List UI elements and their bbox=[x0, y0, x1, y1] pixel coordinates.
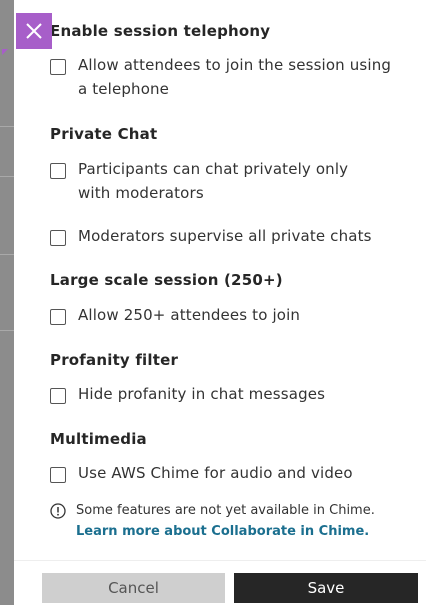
option-allow-250-attendees[interactable]: Allow 250+ attendees to join bbox=[50, 306, 400, 327]
close-icon bbox=[26, 23, 42, 39]
save-button[interactable]: Save bbox=[234, 573, 418, 603]
info-text-block: Some features are not yet available in C… bbox=[76, 500, 410, 542]
option-label: Hide profanity in chat messages bbox=[78, 385, 326, 403]
section-title-private-chat: Private Chat bbox=[50, 125, 158, 143]
background-divider bbox=[0, 176, 14, 177]
option-label: Moderators supervise all private chats bbox=[78, 227, 372, 245]
checkbox[interactable] bbox=[50, 59, 66, 75]
checkbox[interactable] bbox=[50, 388, 66, 404]
background-page bbox=[0, 0, 14, 605]
exclamation-circle-icon bbox=[50, 503, 66, 519]
checkbox[interactable] bbox=[50, 230, 66, 246]
checkbox[interactable] bbox=[50, 467, 66, 483]
option-label: Participants can chat privately only wit… bbox=[78, 160, 349, 202]
option-moderators-supervise[interactable]: Moderators supervise all private chats bbox=[50, 227, 400, 248]
checkbox[interactable] bbox=[50, 163, 66, 179]
background-divider bbox=[0, 254, 14, 255]
background-divider bbox=[0, 126, 14, 127]
option-label: Use AWS Chime for audio and video bbox=[78, 464, 353, 482]
section-title-profanity: Profanity filter bbox=[50, 351, 179, 369]
close-button[interactable] bbox=[16, 13, 52, 49]
cancel-button[interactable]: Cancel bbox=[42, 573, 225, 603]
checkbox[interactable] bbox=[50, 309, 66, 325]
option-hide-profanity[interactable]: Hide profanity in chat messages bbox=[50, 385, 400, 406]
chime-info-note: Some features are not yet available in C… bbox=[50, 500, 410, 542]
background-divider bbox=[0, 330, 14, 331]
info-text: Some features are not yet available in C… bbox=[76, 503, 375, 518]
option-telephone-join[interactable]: Allow attendees to join the session usin… bbox=[50, 56, 400, 101]
option-aws-chime[interactable]: Use AWS Chime for audio and video bbox=[50, 464, 400, 485]
option-chat-moderators-only[interactable]: Participants can chat privately only wit… bbox=[50, 160, 400, 205]
option-label: Allow attendees to join the session usin… bbox=[78, 56, 392, 98]
section-title-multimedia: Multimedia bbox=[50, 430, 147, 448]
learn-more-link[interactable]: Learn more about Collaborate in Chime. bbox=[76, 524, 369, 539]
panel-footer: Cancel Save bbox=[14, 560, 426, 605]
option-label: Allow 250+ attendees to join bbox=[78, 306, 301, 324]
close-button-notch bbox=[2, 49, 8, 55]
section-title-telephony: Enable session telephony bbox=[50, 22, 271, 40]
section-title-large-scale: Large scale session (250+) bbox=[50, 271, 283, 289]
